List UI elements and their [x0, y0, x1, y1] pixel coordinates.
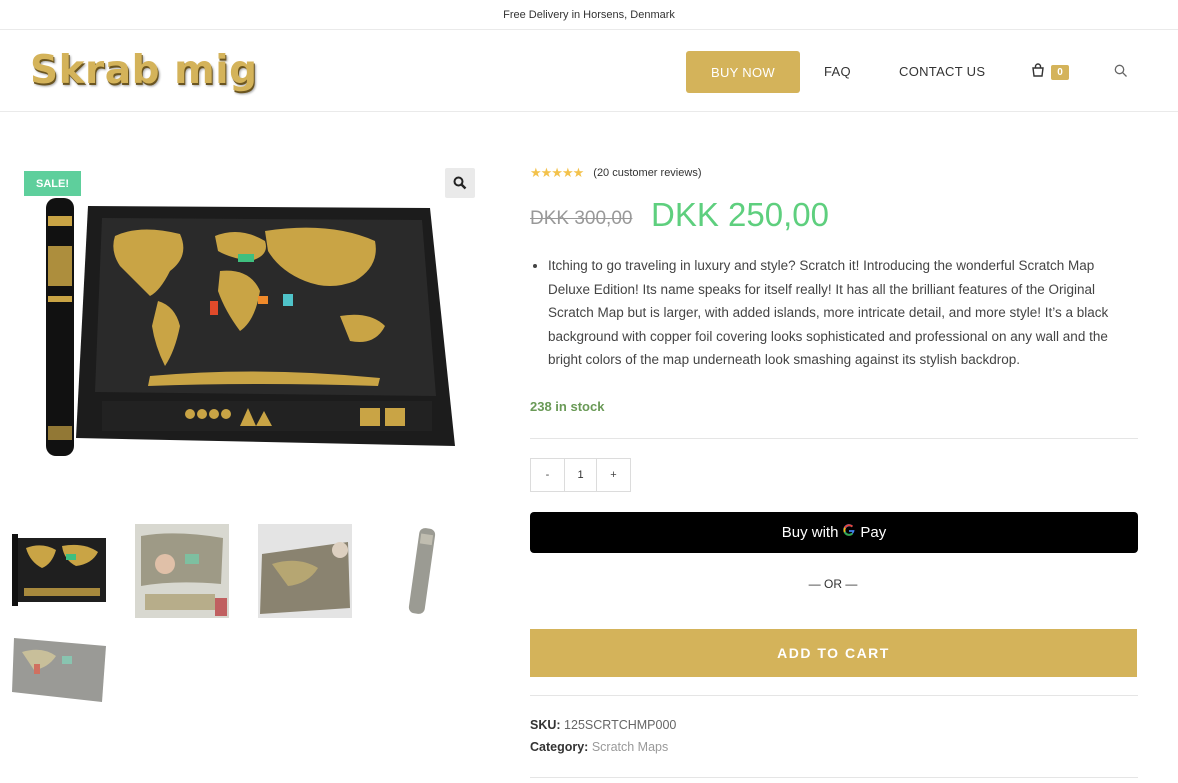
- divider: [530, 438, 1138, 439]
- thumbnail-1[interactable]: [12, 524, 106, 618]
- site-header: Skrab mig BUY NOW FAQ CONTACT US 0: [0, 30, 1178, 112]
- product-short-description: Itching to go traveling in luxury and st…: [530, 254, 1140, 372]
- divider: [530, 695, 1138, 696]
- thumbnail-5[interactable]: [12, 618, 106, 712]
- quantity-input[interactable]: 1: [564, 459, 597, 491]
- customer-reviews-link[interactable]: (20 customer reviews): [593, 167, 701, 179]
- site-logo[interactable]: Skrab mig: [30, 48, 258, 93]
- category-label: Category:: [530, 740, 589, 754]
- stock-status: 238 in stock: [530, 399, 605, 414]
- sku-value: 125SCRTCHMP000: [564, 718, 677, 732]
- nav-contact-link[interactable]: CONTACT US: [899, 64, 985, 79]
- quantity-minus-button[interactable]: -: [531, 459, 564, 491]
- google-g-icon: [842, 523, 856, 542]
- thumbnail-3[interactable]: [258, 524, 352, 618]
- category-link[interactable]: Scratch Maps: [592, 740, 668, 754]
- thumbnail-2[interactable]: [135, 524, 229, 618]
- google-pay-button[interactable]: Buy with Pay: [530, 512, 1138, 553]
- product-main-image[interactable]: [40, 196, 460, 461]
- add-to-cart-button[interactable]: ADD TO CART: [530, 629, 1137, 677]
- rating-stars: ★★★★★: [530, 165, 584, 180]
- product-rating: ★★★★★ (20 customer reviews): [530, 165, 701, 181]
- divider: [530, 777, 1138, 778]
- cart-button[interactable]: 0: [1031, 63, 1069, 82]
- search-icon[interactable]: [1114, 64, 1128, 83]
- product-category: Category: Scratch Maps: [530, 740, 668, 754]
- shopping-bag-icon: [1031, 63, 1045, 82]
- sale-badge: SALE!: [24, 171, 81, 196]
- regular-price: DKK 300,00: [530, 208, 633, 229]
- product-sku: SKU: 125SCRTCHMP000: [530, 718, 676, 732]
- or-separator: — OR —: [808, 577, 858, 591]
- description-bullet: Itching to go traveling in luxury and st…: [548, 254, 1140, 372]
- nav-faq-link[interactable]: FAQ: [824, 64, 851, 79]
- quantity-plus-button[interactable]: +: [597, 459, 630, 491]
- sku-label: SKU:: [530, 718, 561, 732]
- sale-price: DKK 250,00: [651, 196, 829, 233]
- top-announcement-bar: Free Delivery in Horsens, Denmark: [0, 0, 1178, 30]
- gpay-pay-text: Pay: [860, 524, 887, 541]
- nav-buy-now-button[interactable]: BUY NOW: [686, 51, 800, 93]
- magnifier-icon[interactable]: [445, 168, 475, 198]
- quantity-stepper[interactable]: - 1 +: [530, 458, 631, 492]
- cart-count-badge: 0: [1051, 65, 1069, 80]
- thumbnail-4[interactable]: [381, 524, 475, 618]
- announcement-text: Free Delivery in Horsens, Denmark: [503, 8, 675, 21]
- gpay-prefix: Buy with: [781, 524, 839, 541]
